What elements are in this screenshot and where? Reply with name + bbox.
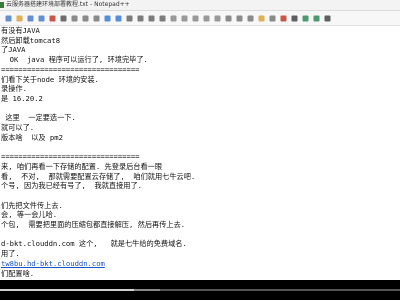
editor-line: 了JAVA <box>1 45 26 55</box>
print-icon[interactable] <box>58 13 67 22</box>
close-icon[interactable] <box>47 13 56 22</box>
redo-icon[interactable] <box>113 13 122 22</box>
save-all-icon[interactable] <box>36 13 45 22</box>
find-icon[interactable] <box>124 13 133 22</box>
sync-v-icon[interactable] <box>168 13 177 22</box>
doc-map-icon[interactable] <box>234 13 243 22</box>
sync-h-icon[interactable] <box>179 13 188 22</box>
folder-icon[interactable] <box>256 13 265 22</box>
cut-icon[interactable] <box>69 13 78 22</box>
editor-line: 们看下关于node 环境的安装. <box>1 74 99 84</box>
stop-icon[interactable] <box>289 13 298 22</box>
main-toolbar <box>0 11 400 26</box>
editor-line: 是 16.20.2 <box>1 93 43 103</box>
lang-icon[interactable] <box>223 13 232 22</box>
editor-line: 就可以了. <box>1 123 35 132</box>
editor-line: 个包, 需要把里面的压缩包都直接解压, 然后再传上去. <box>1 220 186 229</box>
editor-line: ================================ <box>1 64 140 74</box>
editor-line: 版本啥 以及 pm2 <box>1 132 63 142</box>
editor-line: 们先把文件传上去. <box>1 200 63 210</box>
play-multi-icon[interactable] <box>311 13 320 22</box>
monitor-icon[interactable] <box>267 13 276 22</box>
buffered-range <box>134 289 160 291</box>
window-titlebar[interactable]: 云服务器搭建环境部署教程.txt - Notepad++ <box>0 0 400 11</box>
editor-line: ================================ <box>1 152 140 162</box>
playback-progress[interactable] <box>0 289 134 291</box>
open-icon[interactable] <box>14 13 23 22</box>
save-icon[interactable] <box>25 13 34 22</box>
undo-icon[interactable] <box>102 13 111 22</box>
play-icon[interactable] <box>300 13 309 22</box>
replace-icon[interactable] <box>135 13 144 22</box>
wrap-icon[interactable] <box>190 13 199 22</box>
editor-line: 这里 一定要选一下. <box>1 113 76 123</box>
editor-line: 来, 咱们再看一下存储的配置. 先登录后台看一眼 <box>1 161 163 171</box>
all-chars-icon[interactable] <box>201 13 210 22</box>
zoom-in-icon[interactable] <box>146 13 155 22</box>
paste-icon[interactable] <box>91 13 100 22</box>
save-macro-icon[interactable] <box>322 13 331 22</box>
editor-line: 录操作. <box>1 84 27 94</box>
copy-icon[interactable] <box>80 13 89 22</box>
new-icon[interactable] <box>3 13 12 22</box>
notepadpp-app-icon <box>0 2 4 8</box>
zoom-out-icon[interactable] <box>157 13 166 22</box>
editor-line: 看, 不对, 那就需要配置云存储了, 咱们就用七牛云吧. <box>1 171 196 181</box>
editor-line: 个号, 因为我已经有号了, 我就直接用了. <box>1 181 142 191</box>
indent-icon[interactable] <box>212 13 221 22</box>
editor-line: 们配置啥. <box>1 268 35 278</box>
text-editor[interactable]: 有没有JAVA 然后卸载tomcat8 了JAVA OK java 程序可以运行了,… <box>0 26 400 280</box>
editor-line: 有没有JAVA <box>1 26 40 35</box>
editor-line: 会, 等一会儿哈. <box>1 210 58 220</box>
editor-line: d-bkt.clouddn.com 这个, 就是七牛给的免费域名. <box>1 239 187 249</box>
video-player-bar[interactable] <box>0 280 400 300</box>
editor-line: 然后卸载tomcat8 <box>1 35 61 45</box>
record-icon[interactable] <box>278 13 287 22</box>
editor-line: OK java 程序可以运行了, 环境完毕了. <box>1 55 148 65</box>
window-title: 云服务器搭建环境部署教程.txt - Notepad++ <box>6 1 130 8</box>
editor-line: 用了. <box>1 249 20 259</box>
editor-line: tw8bu.hd-bkt.clouddn.com <box>1 258 105 268</box>
func-list-icon[interactable] <box>245 13 254 22</box>
